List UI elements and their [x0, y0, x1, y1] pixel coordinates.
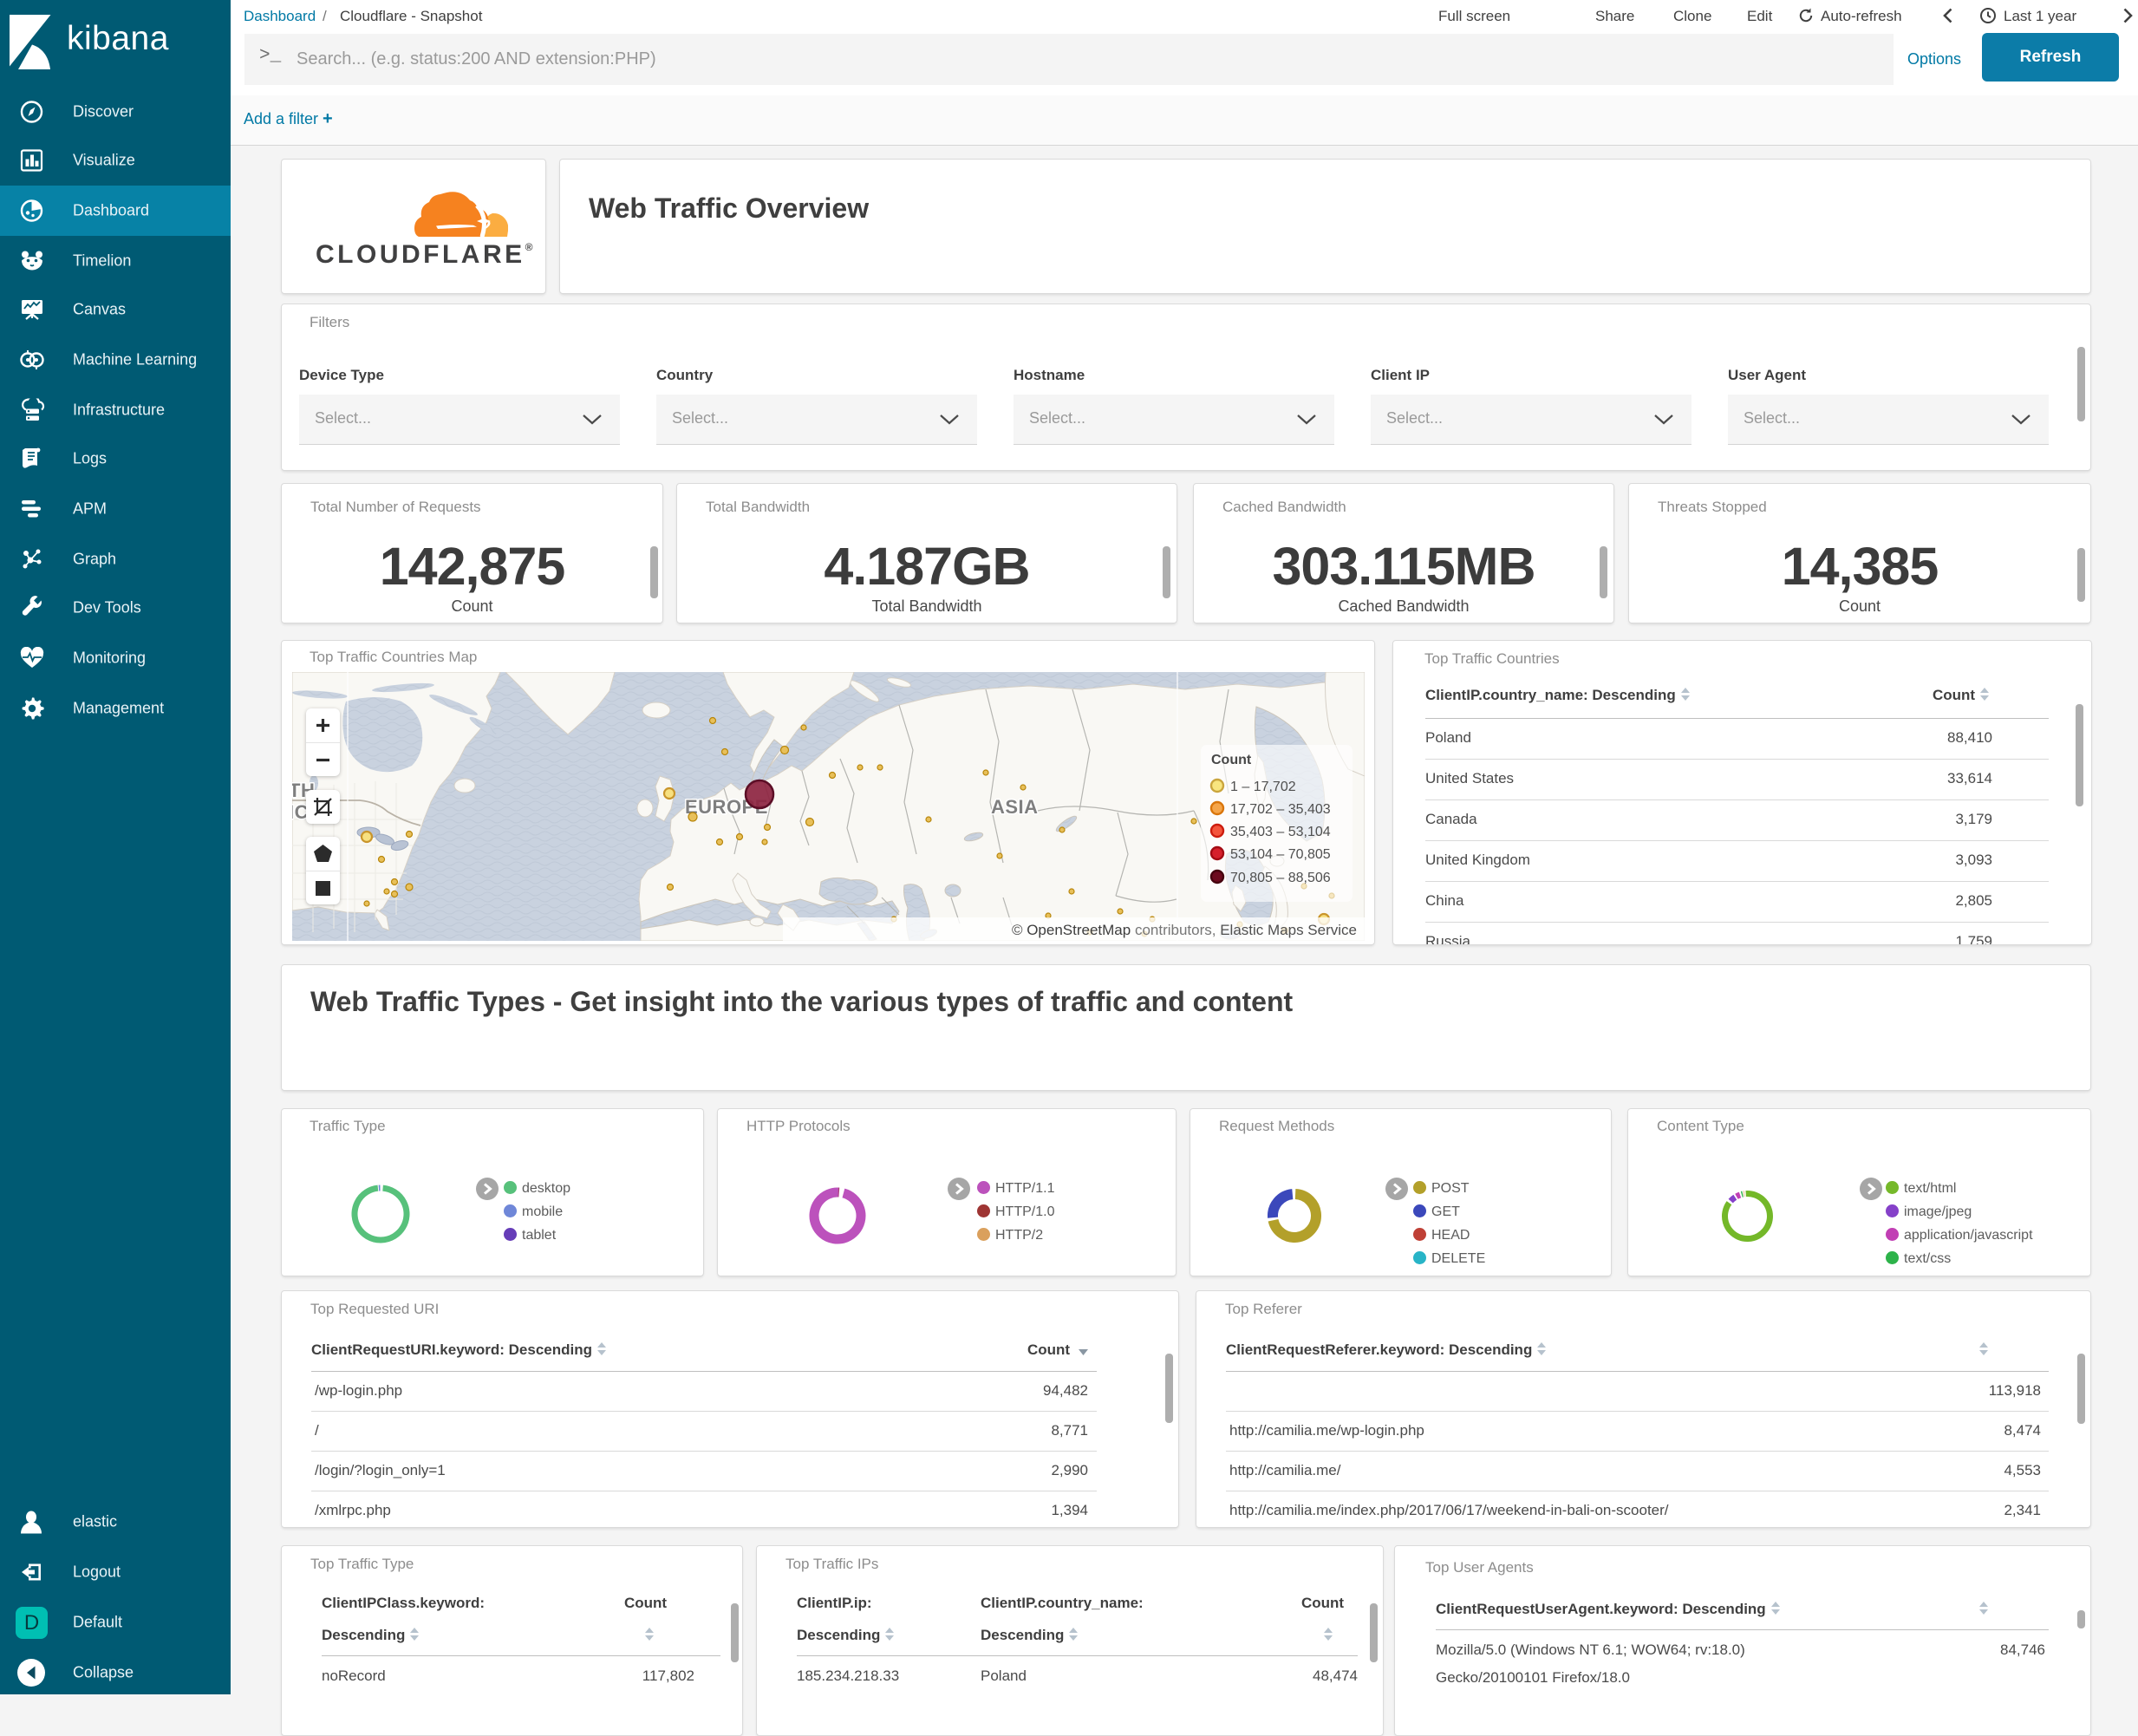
svg-text:35,403 – 53,104: 35,403 – 53,104 — [1230, 825, 1331, 839]
svg-text:ASIA: ASIA — [991, 796, 1039, 818]
svg-text:17,702 – 35,403: 17,702 – 35,403 — [1230, 802, 1331, 817]
svg-text:53,104 – 70,805: 53,104 – 70,805 — [1230, 847, 1331, 862]
svg-text:Count: Count — [1211, 753, 1252, 767]
svg-text:© OpenStreetMap contributors,: © OpenStreetMap contributors, Elastic Ma… — [1012, 922, 1357, 938]
svg-text:70,805 – 88,506: 70,805 – 88,506 — [1230, 871, 1331, 885]
svg-text:1 – 17,702: 1 – 17,702 — [1230, 780, 1296, 794]
